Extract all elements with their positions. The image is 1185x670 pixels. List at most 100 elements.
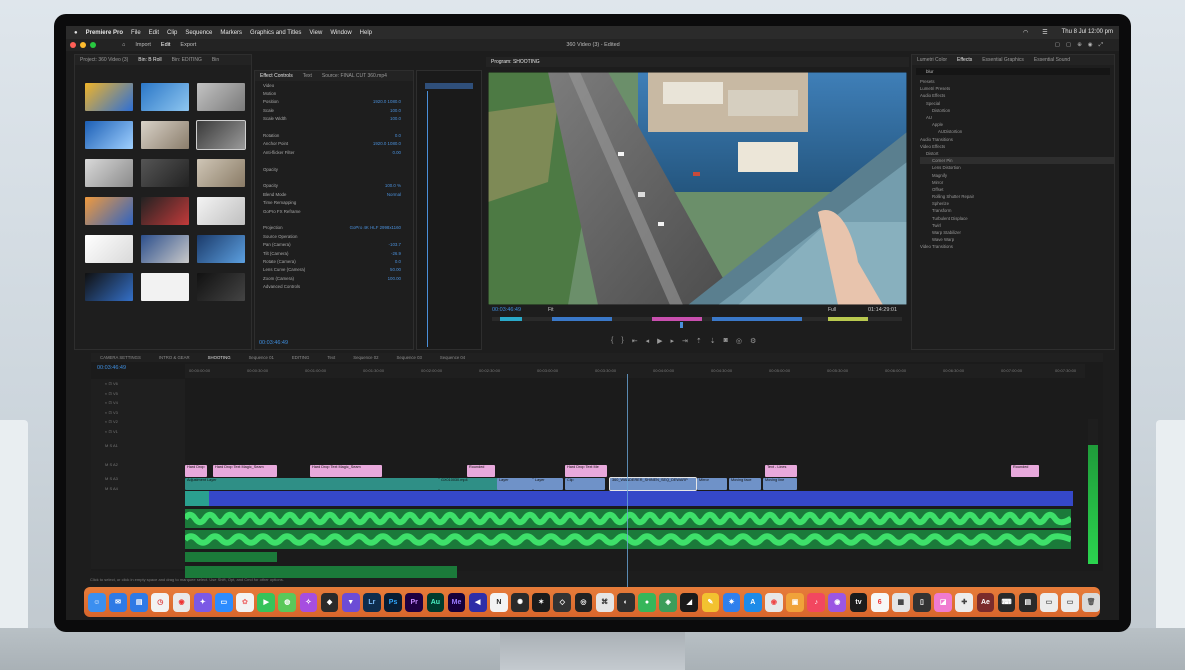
tab-sequence[interactable]: Sequence 01 (240, 355, 283, 360)
tree-item[interactable]: Apple (920, 121, 1114, 128)
dock-app[interactable]: ◉ (765, 592, 783, 612)
trash-icon[interactable]: 🗑 (1082, 592, 1101, 612)
dock-app-messenger[interactable]: ✦ (193, 592, 212, 612)
tree-item[interactable]: Audio Transitions (920, 136, 1114, 143)
fx-row[interactable]: Projection GoPro 4K HLF 2998x1160 (255, 224, 413, 232)
minimize-window-button[interactable] (80, 42, 86, 48)
dock-app-chrome[interactable]: ◉ (172, 592, 191, 612)
media-thumbnail[interactable] (141, 83, 189, 111)
dock-app-media-encoder[interactable]: Me (447, 592, 466, 612)
workspace-icons[interactable]: ▢▢⊕◉⤢ (1055, 42, 1109, 49)
graphics-clip[interactable]: Text - Lines (765, 465, 797, 477)
audio-track-a2[interactable] (182, 530, 1073, 549)
effect-controls-mini-timeline[interactable] (416, 70, 482, 350)
tree-item[interactable]: Lens Distortion (920, 164, 1114, 171)
fx-row[interactable]: Time Remapping (255, 198, 413, 206)
menu-view[interactable]: View (309, 30, 322, 36)
fx-row[interactable]: Scale Width 100.0 (255, 115, 413, 123)
dock-app-audition[interactable]: Au (426, 592, 445, 612)
tab-essential-sound[interactable]: Essential Sound (1029, 57, 1075, 63)
fx-row[interactable] (255, 157, 413, 165)
media-thumbnail[interactable] (197, 83, 245, 111)
fx-row[interactable]: Rotation 0.0 (255, 131, 413, 139)
graphics-clip[interactable]: Hard Drop Text Magic_Seam (213, 465, 277, 477)
fx-row[interactable]: GoPro FX Reframe (255, 207, 413, 215)
track-header-v1[interactable]: ◐ ⊡ V1 (91, 427, 185, 437)
dock-app[interactable]: ✷ (722, 592, 741, 612)
dock-app-finder[interactable]: ☺ (88, 592, 106, 612)
tab-program[interactable]: Program: SHOOTING (486, 59, 545, 65)
tab-bin-editing[interactable]: Bin: EDITING (167, 57, 207, 63)
control-center-icon[interactable]: ☰ (1042, 29, 1047, 36)
menu-clip[interactable]: Clip (167, 30, 177, 36)
dock-app[interactable]: ▤ (130, 592, 149, 612)
tree-item[interactable]: Distort (920, 150, 1114, 157)
graphics-clip[interactable]: Hard Drop Text Me (565, 465, 607, 477)
go-to-in-icon[interactable]: ⇤ (632, 337, 638, 347)
menu-file[interactable]: File (131, 30, 141, 36)
fx-row[interactable]: Anti-flicker Filter 0.00 (255, 148, 413, 156)
media-thumbnail[interactable] (197, 159, 245, 187)
tree-item[interactable]: Distortion (920, 107, 1114, 114)
tab-essential-graphics[interactable]: Essential Graphics (977, 57, 1029, 63)
dock-app-facetime[interactable]: ▶ (257, 592, 276, 612)
dock-app-davinci[interactable]: ✺ (511, 592, 529, 612)
menu-graphics[interactable]: Graphics and Titles (250, 30, 301, 36)
mark-in-icon[interactable]: { (611, 337, 613, 347)
fx-row[interactable] (255, 215, 413, 223)
dock-app[interactable]: ▦ (891, 592, 910, 612)
track-header-a4[interactable]: M S A4 (91, 484, 185, 494)
media-thumbnail[interactable] (141, 121, 189, 149)
menu-help[interactable]: Help (360, 30, 372, 36)
tab-bin-broll[interactable]: Bin: B Roll (133, 57, 166, 63)
tab-effect-controls[interactable]: Effect Controls (255, 73, 298, 79)
export-tab[interactable]: Export (180, 42, 196, 48)
tab-sequence[interactable]: Sequence 04 (431, 355, 474, 360)
effect-controls-timecode[interactable]: 00:03:46:49 (259, 340, 288, 346)
fx-row[interactable] (255, 123, 413, 131)
menu-sequence[interactable]: Sequence (185, 30, 212, 36)
tree-item[interactable]: Audio Effects (920, 92, 1114, 99)
dock-app-logic[interactable]: ◎ (574, 592, 593, 612)
fx-row[interactable]: Position 1920.0 1080.0 (255, 98, 413, 106)
video-clip[interactable]: Mirror (697, 478, 727, 490)
menubar-clock[interactable]: Thu 8 Jul 12:00 pm (1062, 29, 1113, 36)
dock-app-lightroom[interactable]: Lr (363, 592, 381, 612)
video-clip[interactable]: Layer (497, 478, 533, 490)
media-thumbnail[interactable] (85, 121, 133, 149)
dock-app-premiere[interactable]: Pr (405, 592, 424, 612)
menu-window[interactable]: Window (330, 30, 351, 36)
video-clip[interactable]: Moving face (729, 478, 761, 490)
video-clip[interactable]: Moving line (763, 478, 797, 490)
fx-row[interactable]: Rotate (Camera) 0.0 (255, 257, 413, 265)
tree-item[interactable]: Rolling Shutter Repair (920, 193, 1114, 200)
dock-app[interactable]: ✎ (701, 592, 720, 612)
mark-out-icon[interactable]: } (621, 337, 623, 347)
fx-row[interactable]: Source Operation (255, 232, 413, 240)
dock-app[interactable]: ⌨ (997, 592, 1016, 612)
tree-item[interactable]: Twirl (920, 222, 1114, 229)
media-thumbnail[interactable] (85, 235, 133, 263)
timeline-timecode[interactable]: 00:03:46:49 (97, 365, 126, 371)
apple-icon[interactable]: ● (74, 30, 78, 36)
tab-project[interactable]: Project: 360 Video (3) (75, 57, 133, 63)
app-menu-name[interactable]: Premiere Pro (86, 30, 123, 36)
track-header-v6[interactable]: ◐ ⊡ V6 (91, 379, 185, 389)
close-window-button[interactable] (70, 42, 76, 48)
wifi-icon[interactable]: ◠ (1023, 29, 1028, 36)
video-clip[interactable]: GX010030.mp4 (439, 478, 499, 490)
zoom-window-button[interactable] (90, 42, 96, 48)
fx-row[interactable] (255, 173, 413, 181)
media-thumbnail[interactable] (197, 273, 245, 301)
audio-clip-a3[interactable] (185, 552, 277, 562)
timeline-playhead[interactable] (627, 374, 628, 594)
dock-app[interactable]: 6 (870, 592, 889, 612)
fx-row[interactable]: Pan (Camera) -103.7 (255, 240, 413, 248)
extract-icon[interactable]: ⇣ (710, 337, 716, 347)
tab-sequence[interactable]: EDITING (283, 355, 318, 360)
dock-app[interactable]: ◈ (659, 592, 677, 612)
media-thumbnail[interactable] (85, 159, 133, 187)
go-to-out-icon[interactable]: ⇥ (682, 337, 688, 347)
media-thumbnail[interactable] (85, 83, 133, 111)
tab-sequence[interactable]: Sequence 02 (344, 355, 387, 360)
